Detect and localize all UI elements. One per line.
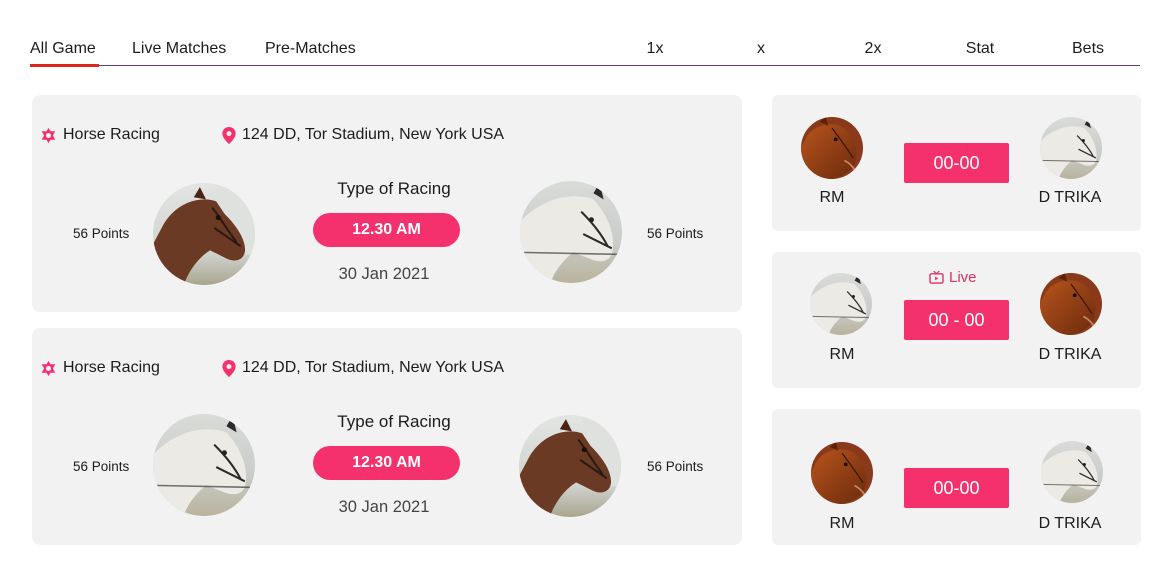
race-date: 30 Jan 2021 [338,498,430,516]
team-avatar-left [801,117,863,179]
right-points: 56 Points [647,459,704,474]
match-card[interactable]: RM 00-00 D TRIKA [772,95,1141,231]
left-points: 56 Points [73,459,130,474]
race-category: Horse Racing [40,126,160,144]
match-score[interactable]: 00-00 [904,143,1009,183]
race-card[interactable]: Horse Racing 124 DD, Tor Stadium, New Yo… [32,95,742,312]
live-indicator: Live [929,269,977,286]
team-avatar-left [811,442,873,504]
team-avatar-right [1041,441,1103,503]
horse-avatar-right[interactable] [519,415,621,517]
right-points: 56 Points [647,226,704,241]
live-label: Live [949,269,977,286]
column-header-2x: 2x [864,40,882,57]
race-category-label: Horse Racing [63,359,160,376]
race-location-label: 124 DD, Tor Stadium, New York USA [242,359,505,376]
match-score[interactable]: 00 - 00 [904,300,1009,340]
race-date: 30 Jan 2021 [338,265,430,283]
race-category: Horse Racing [40,359,160,377]
column-header-x: x [757,40,765,57]
tab-all-game[interactable]: All Game [30,40,99,67]
race-category-label: Horse Racing [63,126,160,143]
horse-avatar-left[interactable] [153,183,255,285]
column-header-stat: Stat [965,40,995,57]
column-header-1x: 1x [646,40,664,57]
team-avatar-right [1040,117,1102,179]
race-time-button[interactable]: 12.30 AM [313,213,460,247]
team-avatar-left [810,273,872,335]
racing-type-label: Type of Racing [337,412,451,431]
race-location-label: 124 DD, Tor Stadium, New York USA [242,126,505,143]
tab-live-matches[interactable]: Live Matches [132,40,226,58]
team-left-name: RM [829,515,855,532]
match-card[interactable]: RM 00-00 D TRIKA [772,409,1141,545]
column-header-bets: Bets [1071,40,1105,57]
race-card[interactable]: Horse Racing 124 DD, Tor Stadium, New Yo… [32,328,742,545]
team-avatar-right [1040,273,1102,335]
team-right-name: D TRIKA [1038,346,1102,363]
race-time-button[interactable]: 12.30 AM [313,446,460,480]
map-pin-icon [222,126,236,144]
live-tv-icon [929,271,944,284]
tab-pre-matches[interactable]: Pre-Matches [265,40,356,58]
team-right-name: D TRIKA [1038,189,1102,206]
game-tabs-bar: All Game Live Matches Pre-Matches 1x x 2… [30,38,1140,67]
star-of-david-icon [41,127,56,143]
race-location: 124 DD, Tor Stadium, New York USA [222,359,504,377]
race-location: 124 DD, Tor Stadium, New York USA [222,126,504,144]
team-left-name: RM [819,189,845,206]
map-pin-icon [222,359,236,377]
racing-type-label: Type of Racing [337,179,451,198]
horse-avatar-right[interactable] [520,181,622,283]
team-right-name: D TRIKA [1038,515,1102,532]
horse-avatar-left[interactable] [153,414,255,516]
left-points: 56 Points [73,226,130,241]
star-of-david-icon [41,360,56,376]
team-left-name: RM [829,346,855,363]
match-score[interactable]: 00-00 [904,468,1009,508]
match-card-live[interactable]: RM Live 00 - 00 D TRIKA [772,252,1141,388]
